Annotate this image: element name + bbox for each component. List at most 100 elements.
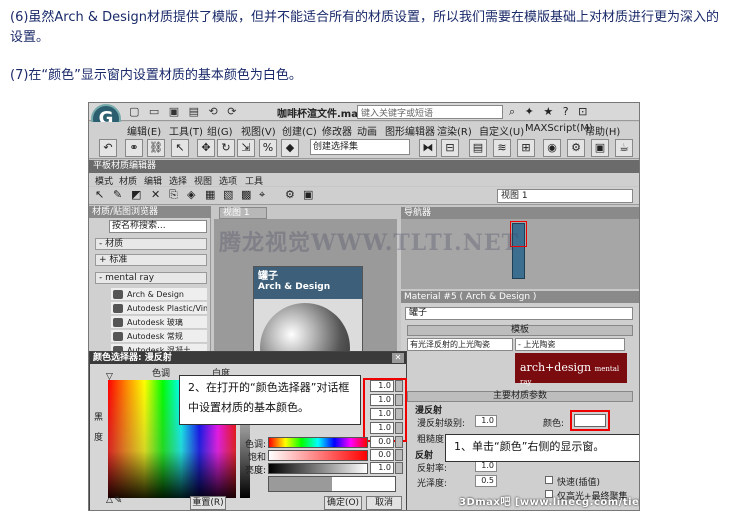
group-standard[interactable]: + 标准 [95,254,207,266]
mat-id-icon[interactable]: ◈ [187,188,195,201]
eyedropper-icon[interactable]: ✎ [113,188,122,201]
color-label: 颜色: [543,419,565,429]
select-icon[interactable]: ↖ [171,139,189,157]
me-menu-material[interactable]: 材质 [119,174,137,187]
menu-graph-editors[interactable]: 图形编辑器 [385,123,435,138]
link-icon[interactable]: ⚭ [125,139,143,157]
menu-edit[interactable]: 编辑(E) [127,123,161,138]
watermark: 腾龙视觉WWW.TLTI.NET [219,230,519,256]
spinner-snap-icon[interactable]: ◆ [281,139,299,157]
menu-customize[interactable]: 自定义(U) [479,123,524,138]
layout-all-icon[interactable]: ▣ [303,188,313,201]
main-menu-bar: 编辑(E) 工具(T) 组(G) 视图(V) 创建(C) 修改器 动画 图形编辑… [89,122,639,138]
fast-interp-checkbox[interactable] [545,476,553,484]
rotate-icon[interactable]: ↻ [217,139,235,157]
spinner-icon[interactable] [395,449,403,461]
move-icon[interactable]: ✥ [197,139,215,157]
material-editor-icon[interactable]: ◉ [543,139,561,157]
material-name-field[interactable]: 罐子 [405,307,633,320]
hue-slider[interactable] [268,437,368,448]
layout-icon[interactable]: ▧ [223,188,233,201]
value-label: 亮度: [244,466,266,476]
ok-button[interactable]: 确定(O) [324,496,362,510]
layer-icon[interactable]: ▤ [469,139,487,157]
hue-field[interactable]: 0.0 [370,436,394,448]
reflectivity-label: 反射率: [417,464,448,474]
selection-set-dropdown[interactable]: 创建选择集 [310,139,410,155]
menu-group[interactable]: 组(G) [207,123,233,138]
material-item[interactable]: Autodesk 玻璃 [111,316,207,329]
menu-animation[interactable]: 动画 [357,123,377,138]
template-dropdown[interactable]: 有光泽反射的上光陶瓷 [407,338,513,351]
group-mental-ray[interactable]: - mental ray [95,272,207,284]
view-dropdown[interactable]: 视图 1 [497,189,633,203]
spinner-icon[interactable] [395,462,403,474]
reset-button[interactable]: 重置(R) [190,496,226,510]
logo-main-text: arch+design [520,361,592,374]
undo-icon[interactable]: ↶ [99,139,117,157]
properties-header: Material #5 ( Arch & Design ) [401,291,639,303]
templates-rollout[interactable]: 模板 [407,325,633,336]
me-menu-options[interactable]: 选项 [219,174,237,187]
nav-icon[interactable]: ⌖ [259,188,265,202]
grid-icon[interactable]: ▩ [241,188,251,201]
fast-interp-label: 快速(插值) [557,478,601,488]
menu-views[interactable]: 视图(V) [241,123,276,138]
material-item[interactable]: Arch & Design [111,288,207,301]
assign-icon[interactable]: ◩ [131,188,141,201]
hue-label: 色调 [152,369,171,379]
curve-editor-icon[interactable]: ≋ [493,139,511,157]
template-category-dropdown[interactable]: - 上光陶瓷 [515,338,625,351]
select-tool-icon[interactable]: ↖ [95,188,104,201]
menu-create[interactable]: 创建(C) [282,123,317,138]
me-menu-view[interactable]: 视图 [194,174,212,187]
search-input[interactable]: 键入关键字或短语 [357,105,503,119]
me-menu-tools[interactable]: 工具 [245,174,263,187]
render-setup-icon[interactable]: ⚙ [567,139,585,157]
cancel-button[interactable]: 取消 [366,496,402,510]
swatch-highlight [570,410,610,431]
view-tab[interactable]: 视图 1 [219,207,267,219]
snap-icon[interactable]: % [259,139,277,157]
menu-modifiers[interactable]: 修改器 [322,123,352,138]
me-menu-mode[interactable]: 模式 [95,174,113,187]
close-icon[interactable]: ✕ [392,353,404,363]
menu-rendering[interactable]: 渲染(R) [437,123,472,138]
value-slider[interactable] [268,463,368,474]
menu-help[interactable]: 帮助(H) [585,123,620,138]
node-title: 罐子 [258,271,278,282]
help-icons[interactable]: ⌕ ✦ ★ ? ⊡ [509,105,590,119]
options-icon[interactable]: ⚙ [285,188,295,201]
unlink-icon[interactable]: ⛓ [147,139,165,157]
saturation-slider[interactable] [268,450,368,461]
quick-access-icons[interactable]: ▢ ▭ ▣ ▤ ⟲ ⟳ [129,105,240,118]
me-menu-edit[interactable]: 编辑 [144,174,162,187]
menu-tools[interactable]: 工具(T) [169,123,203,138]
browser-search-input[interactable]: 按名称搜索... [109,220,207,233]
schematic-icon[interactable]: ⊞ [517,139,535,157]
diffuse-level-field[interactable]: 1.0 [475,415,497,427]
me-menu-select[interactable]: 选择 [169,174,187,187]
delete-icon[interactable]: ✕ [151,188,160,201]
eyedropper-icon[interactable]: ✎ [114,495,126,507]
menu-maxscript[interactable]: MAXScript(M) [525,123,593,134]
node-subtitle: Arch & Design [258,282,331,292]
value-field[interactable]: 1.0 [370,462,394,474]
reflection-section: 反射 [415,451,434,461]
glossiness-field[interactable]: 0.5 [475,475,497,487]
material-item[interactable]: Autodesk 常规 [111,330,207,343]
material-item[interactable]: Autodesk Plastic/Vinyl [111,302,207,315]
group-materials[interactable]: - 材质 [95,238,207,250]
render-frame-icon[interactable]: ▣ [591,139,609,157]
saturation-field[interactable]: 0.0 [370,449,394,461]
scale-icon[interactable]: ⇲ [237,139,255,157]
align-icon[interactable]: ⊟ [441,139,459,157]
show-map-icon[interactable]: ▦ [205,188,215,201]
main-params-rollout[interactable]: 主要材质参数 [407,391,633,402]
hue-slider-label: 色调: [244,440,266,450]
triangle-marker-icon[interactable]: △ [106,495,113,505]
spinner-icon[interactable] [395,436,403,448]
put-library-icon[interactable]: ⎘ [169,188,178,202]
render-icon[interactable]: ☕ [615,139,633,157]
mirror-icon[interactable]: ⧓ [419,139,437,157]
